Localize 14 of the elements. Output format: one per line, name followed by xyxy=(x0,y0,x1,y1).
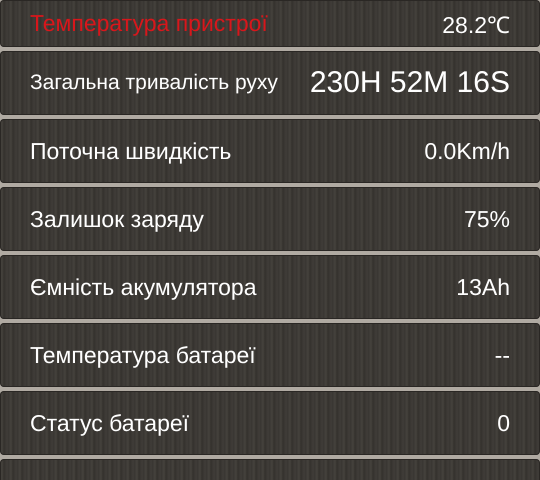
row-value: 13Ah xyxy=(456,274,510,300)
row-value: -- xyxy=(494,342,510,368)
row-value: 0 xyxy=(497,410,510,436)
row-label: Ємність акумулятора xyxy=(30,274,257,300)
row-value: 0.0Km/h xyxy=(424,138,510,164)
row-label: Залишок заряду xyxy=(30,206,204,232)
row-label: Статус батареї xyxy=(30,410,190,436)
row-label: Поточна швидкість xyxy=(30,138,232,164)
row-label: Температура батареї xyxy=(30,342,256,368)
row-value: 230H 52M 16S xyxy=(310,66,510,100)
row-label: Загальна тривалість руху xyxy=(30,71,278,95)
row-value: 28.2℃ xyxy=(442,10,510,40)
row-value: 75% xyxy=(464,206,510,232)
row-label: Температура пристрої xyxy=(30,10,268,37)
